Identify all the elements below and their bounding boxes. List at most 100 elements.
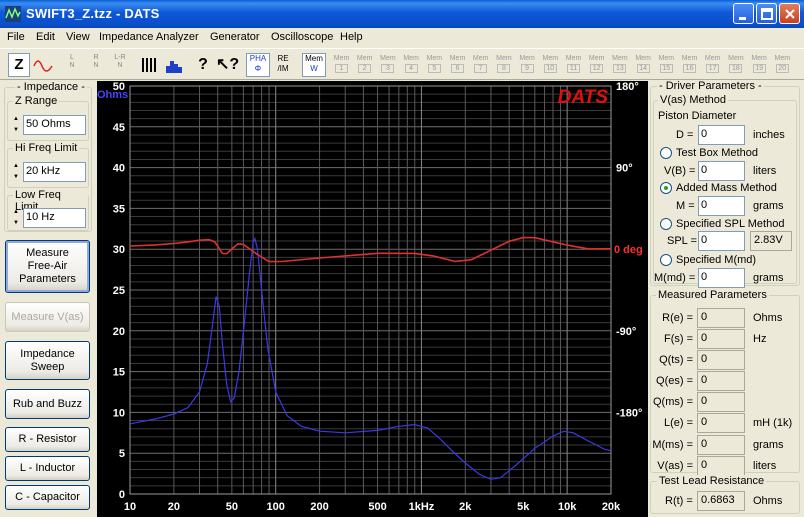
spin-down-icon[interactable]: ▼ bbox=[11, 125, 21, 136]
impedance-chart: 0 5 10 15 20 25 30 35 40 45 50 Ohms 180° 90° 0 deg -90°… bbox=[97, 81, 648, 517]
sine-wave-button[interactable] bbox=[31, 53, 55, 77]
histogram-button[interactable] bbox=[162, 53, 186, 77]
spin-up-icon[interactable]: ▲ bbox=[11, 161, 21, 172]
phase-button[interactable]: PHA Φ bbox=[246, 53, 270, 77]
hi-freq-field[interactable]: 20 kHz bbox=[23, 162, 86, 182]
specified-mmd-label[interactable]: Specified M(md) bbox=[676, 254, 756, 266]
spl-method-radio[interactable] bbox=[660, 218, 672, 230]
capacitor-button[interactable]: C - Capacitor bbox=[5, 485, 90, 510]
maximize-button[interactable] bbox=[756, 3, 777, 24]
menu-file[interactable]: File bbox=[7, 31, 25, 43]
spin-down-icon[interactable]: ▼ bbox=[11, 218, 21, 229]
menu-generator[interactable]: Generator bbox=[210, 31, 260, 43]
spin-down-icon[interactable]: ▼ bbox=[11, 172, 21, 183]
bar-graph-button[interactable] bbox=[138, 53, 162, 77]
memory-slot-button[interactable]: Mem 5 bbox=[424, 54, 445, 76]
menu-help[interactable]: Help bbox=[340, 31, 363, 43]
y-tick-label: 45 bbox=[113, 122, 125, 134]
specified-mmd-radio[interactable] bbox=[660, 254, 672, 266]
added-mass-radio[interactable] bbox=[660, 182, 672, 194]
spl-field[interactable]: 0 bbox=[698, 231, 745, 251]
x-tick-label: 10k bbox=[558, 501, 577, 513]
added-mass-label[interactable]: Added Mass Method bbox=[676, 182, 777, 194]
spin-up-icon[interactable]: ▲ bbox=[11, 114, 21, 125]
memory-slot-button[interactable]: Mem 2 bbox=[354, 54, 375, 76]
x-tick-label: 10 bbox=[124, 501, 136, 513]
d-label: D = bbox=[676, 129, 694, 141]
hi-freq-spinner[interactable]: ▲ ▼ bbox=[11, 161, 21, 183]
help-icon: ? bbox=[198, 56, 208, 73]
memory-slot-button[interactable]: Mem 17 bbox=[702, 54, 723, 76]
measured-unit: Ohms bbox=[753, 312, 783, 324]
spl-voltage-field[interactable]: 2.83V bbox=[750, 231, 792, 251]
memory-slot-button[interactable]: Mem 12 bbox=[586, 54, 607, 76]
context-help-button[interactable]: ↖? bbox=[215, 53, 239, 77]
bar-graph-icon bbox=[142, 58, 156, 72]
minimize-icon bbox=[739, 17, 746, 20]
mem-write-button[interactable]: Mem W bbox=[302, 53, 326, 77]
low-freq-field[interactable]: 10 Hz bbox=[23, 208, 86, 228]
menu-edit[interactable]: Edit bbox=[36, 31, 55, 43]
real-imag-button[interactable]: RE/IM bbox=[271, 53, 295, 77]
memory-slot-button[interactable]: Mem 13 bbox=[609, 54, 630, 76]
close-button[interactable] bbox=[779, 3, 800, 24]
memory-slot-button[interactable]: Mem 16 bbox=[679, 54, 700, 76]
measured-parameters-title: Measured Parameters bbox=[656, 289, 769, 301]
measure-vas-button[interactable]: Measure V(as) bbox=[5, 302, 90, 332]
memory-slot-button[interactable]: Mem 3 bbox=[377, 54, 398, 76]
memory-slot-button[interactable]: Mem 11 bbox=[563, 54, 584, 76]
memory-slot-button[interactable]: Mem 1 bbox=[331, 54, 352, 76]
left-channel-button[interactable]: LN bbox=[62, 53, 82, 77]
memory-slot-button[interactable]: Mem 14 bbox=[633, 54, 654, 76]
memory-slot-button[interactable]: Mem 10 bbox=[540, 54, 561, 76]
m-unit: grams bbox=[753, 200, 784, 212]
impedance-mode-button[interactable]: Z bbox=[8, 53, 30, 77]
measure-free-air-button[interactable]: Measure Free-Air Parameters bbox=[5, 240, 90, 293]
menu-view[interactable]: View bbox=[66, 31, 90, 43]
memory-slot-button[interactable]: Mem 15 bbox=[656, 54, 677, 76]
memory-slot-button[interactable]: Mem 9 bbox=[517, 54, 538, 76]
phase-tick-label: 0 deg bbox=[614, 244, 643, 256]
right-channel-button[interactable]: RN bbox=[86, 53, 106, 77]
inductor-button[interactable]: L - Inductor bbox=[5, 456, 90, 481]
memory-slot-button[interactable]: Mem 7 bbox=[470, 54, 491, 76]
vb-unit: liters bbox=[753, 165, 777, 177]
x-tick-label: 200 bbox=[310, 501, 328, 513]
d-unit: inches bbox=[753, 129, 785, 141]
memory-slot-button[interactable]: Mem 4 bbox=[401, 54, 422, 76]
y-tick-label: 25 bbox=[113, 285, 125, 297]
spl-method-label[interactable]: Specified SPL Method bbox=[676, 218, 784, 230]
memory-slot-button[interactable]: Mem 20 bbox=[772, 54, 793, 76]
mmd-field[interactable]: 0 bbox=[698, 268, 745, 288]
menu-impedance-analyzer[interactable]: Impedance Analyzer bbox=[99, 31, 199, 43]
vb-field[interactable]: 0 bbox=[698, 161, 745, 181]
test-box-label[interactable]: Test Box Method bbox=[676, 147, 758, 159]
impedance-sweep-button[interactable]: Impedance Sweep bbox=[5, 341, 90, 380]
memory-slot-button[interactable]: Mem 18 bbox=[725, 54, 746, 76]
maximize-icon bbox=[761, 8, 773, 20]
left-minus-right-button[interactable]: L-R N bbox=[109, 53, 131, 77]
menu-oscilloscope[interactable]: Oscilloscope bbox=[271, 31, 333, 43]
z-range-label: Z Range bbox=[13, 95, 60, 107]
y-tick-label: 20 bbox=[113, 326, 125, 338]
spin-up-icon[interactable]: ▲ bbox=[11, 207, 21, 218]
m-field[interactable]: 0 bbox=[698, 196, 745, 216]
z-range-field[interactable]: 50 Ohms bbox=[23, 115, 86, 135]
minimize-button[interactable] bbox=[733, 3, 754, 24]
rub-and-buzz-button[interactable]: Rub and Buzz bbox=[5, 389, 90, 419]
z-range-spinner[interactable]: ▲ ▼ bbox=[11, 114, 21, 136]
test-box-radio[interactable] bbox=[660, 147, 672, 159]
memory-slot-button[interactable]: Mem 19 bbox=[749, 54, 770, 76]
spl-label: SPL = bbox=[667, 235, 697, 247]
y-tick-label: 5 bbox=[119, 448, 125, 460]
measured-label: Q(es) = bbox=[656, 375, 693, 387]
m-label: M = bbox=[676, 200, 695, 212]
measured-unit: liters bbox=[753, 460, 777, 472]
d-field[interactable]: 0 bbox=[698, 125, 745, 145]
help-button[interactable]: ? bbox=[193, 53, 213, 77]
resistor-button[interactable]: R - Resistor bbox=[5, 427, 90, 452]
memory-slot-button[interactable]: Mem 6 bbox=[447, 54, 468, 76]
memory-slot-button[interactable]: Mem 8 bbox=[493, 54, 514, 76]
low-freq-spinner[interactable]: ▲ ▼ bbox=[11, 207, 21, 229]
title-bar[interactable]: SWIFT3_Z.tzz - DATS bbox=[0, 0, 804, 28]
